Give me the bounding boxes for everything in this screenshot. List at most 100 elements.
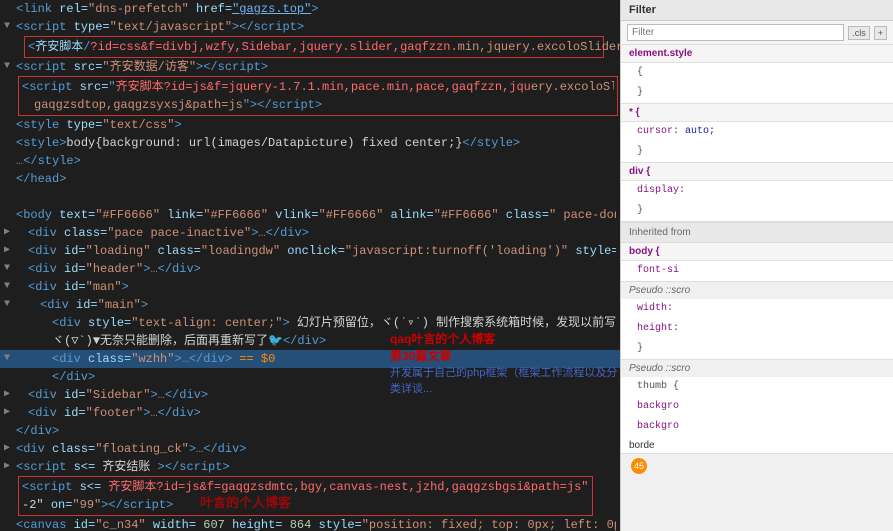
attr: link= (160, 208, 203, 222)
style-prop: height: (637, 323, 679, 334)
attr: id= (64, 406, 86, 420)
tag: > (311, 2, 318, 16)
tag: <script (22, 480, 80, 494)
line-content: <div id="loading" class="loadingdw" oncl… (16, 242, 616, 260)
line-content: <body text="#FF6666" link="#FF6666" vlin… (16, 206, 616, 224)
styles-title: Filter (629, 4, 656, 16)
line-content: <div id="header">…</div> (16, 260, 616, 278)
link-val[interactable]: "gagzs.top" (232, 2, 311, 16)
line-arrow: ▶ (4, 224, 16, 242)
code-line: <body text="#FF6666" link="#FF6666" vlin… (0, 206, 620, 224)
star-selector: * { (621, 104, 893, 122)
attr: s<= (74, 460, 96, 474)
code-line: <style>body{background: url(images/Datap… (0, 134, 620, 152)
tag: </head> (16, 172, 66, 186)
styles-header: Filter (621, 0, 893, 21)
attr: style= (568, 244, 616, 258)
attr: type= (66, 118, 102, 132)
filter-input[interactable] (627, 24, 844, 41)
line-arrow: ▼ (4, 296, 16, 314)
val: "Sidebar" (86, 388, 151, 402)
line-arrow: ▼ (4, 350, 16, 368)
body-selector: body { (621, 243, 893, 261)
tag: </div> (158, 262, 201, 276)
filter-plus-btn[interactable]: + (874, 26, 887, 40)
tag: ></script> (196, 60, 268, 74)
filter-bar[interactable]: .cls + (621, 21, 893, 45)
attr: id= (64, 280, 86, 294)
code-line (0, 188, 620, 206)
pseudo-close: } (621, 339, 893, 359)
attr: class= (499, 208, 549, 222)
body-inherited-section: body { font-si (621, 243, 893, 282)
green-val: 607 (196, 518, 232, 531)
code-line: …</style> (0, 152, 620, 170)
attr: class= (150, 244, 200, 258)
val: "99" (72, 498, 101, 512)
pseudo-section-2: Pseudo ::scro thumb { backgro backgro bo… (621, 360, 893, 454)
attr: class= (88, 352, 131, 366)
div-selector: div { (621, 163, 893, 181)
val: "pace pace-inactive" (107, 226, 251, 240)
pseudo-label-2: Pseudo ::scro (629, 363, 690, 374)
line-arrow: ▶ (4, 242, 16, 260)
thumb-rule-open: thumb { (621, 377, 893, 397)
star-section: * { cursor: auto; } (621, 104, 893, 163)
tag: ></script> (232, 20, 304, 34)
text: 齐安结账 (102, 460, 150, 474)
code-panel: <link rel="dns-prefetch" href="gagzs.top… (0, 0, 620, 531)
code-line: ▼ <script src="齐安数据/访客"></script> (0, 58, 620, 76)
val: "main" (98, 298, 141, 312)
code-line: ▶ <div class="pace pace-inactive">…</div… (0, 224, 620, 242)
val: "text/javascript" (110, 20, 232, 34)
tag: <style> (16, 136, 66, 150)
text: -2" (22, 498, 51, 512)
tag: <canvas (16, 518, 74, 531)
tag: <div (40, 298, 76, 312)
attr: id= (76, 298, 98, 312)
attr: style= (319, 518, 362, 531)
pink-text: 齐安脚本?id=js&f=gaqgzsdmtc,bgy,canvas-nest,… (101, 480, 588, 494)
line-content: </div> (16, 422, 616, 440)
border-indicator: borde (621, 437, 893, 453)
line-content: ヾ(▽`)▼无奈只能删除，后面再重新写了🐦</div> (16, 332, 616, 350)
attr: id= (64, 262, 86, 276)
tag: <script (22, 80, 80, 94)
code-line-selected[interactable]: ▼ <div class="wzhh">…</div> == $0 (0, 350, 620, 368)
style-prop: width: (637, 303, 673, 314)
code-line-highlighted: <齐安脚本/?id=css&f=divbj,wzfy,Sidebar,jquer… (0, 36, 620, 58)
code-line: <div style="text-align: center;"> 幻灯片预留位… (0, 314, 620, 332)
tag: <script (16, 20, 74, 34)
code-lines: <link rel="dns-prefetch" href="gagzs.top… (0, 0, 620, 531)
val: "#FF6666" (434, 208, 499, 222)
line-content: </div> (16, 368, 616, 386)
tag: <div (28, 244, 64, 258)
code-line: ▼ <div id="header">…</div> (0, 260, 620, 278)
pseudo-height-rule: height: (621, 319, 893, 339)
filter-toggle-btn[interactable]: .cls (848, 26, 870, 40)
code-line: ▼ <div id="man"> (0, 278, 620, 296)
body-font-rule: font-si (621, 261, 893, 281)
val: "#FF6666" (319, 208, 384, 222)
attr: s<= (80, 480, 102, 494)
text: body{background: url(images/Datapicture)… (66, 136, 462, 150)
attr: class= (64, 226, 107, 240)
attr: type= (74, 20, 110, 34)
code-line: <link rel="dns-prefetch" href="gagzs.top… (0, 0, 620, 18)
star-cursor-rule: cursor: auto; (621, 122, 893, 142)
code-line-highlighted2: <script src="齐安脚本?id=js&f=jquery-1.7.1.m… (0, 76, 620, 116)
val: "wzhh" (131, 352, 174, 366)
line-content: <script src="齐安数据/访客"></script> (16, 58, 616, 76)
text: ヾ(▽`)▼无奈只能删除，后面再重新写了🐦 (52, 334, 283, 348)
gray: … (150, 406, 157, 420)
line-arrow: ▶ (4, 458, 16, 476)
tag: <div (28, 280, 64, 294)
tag: <div (52, 352, 88, 366)
code-line: ▶ <div class="floating_ck">…</div> (0, 440, 620, 458)
line-arrow: ▼ (4, 260, 16, 278)
tag: > (150, 388, 157, 402)
val: "floating_ck" (95, 442, 189, 456)
val: "text-align: center;" (131, 316, 282, 330)
inherited-header: Inherited from (621, 222, 893, 243)
green-val: 864 (283, 518, 319, 531)
